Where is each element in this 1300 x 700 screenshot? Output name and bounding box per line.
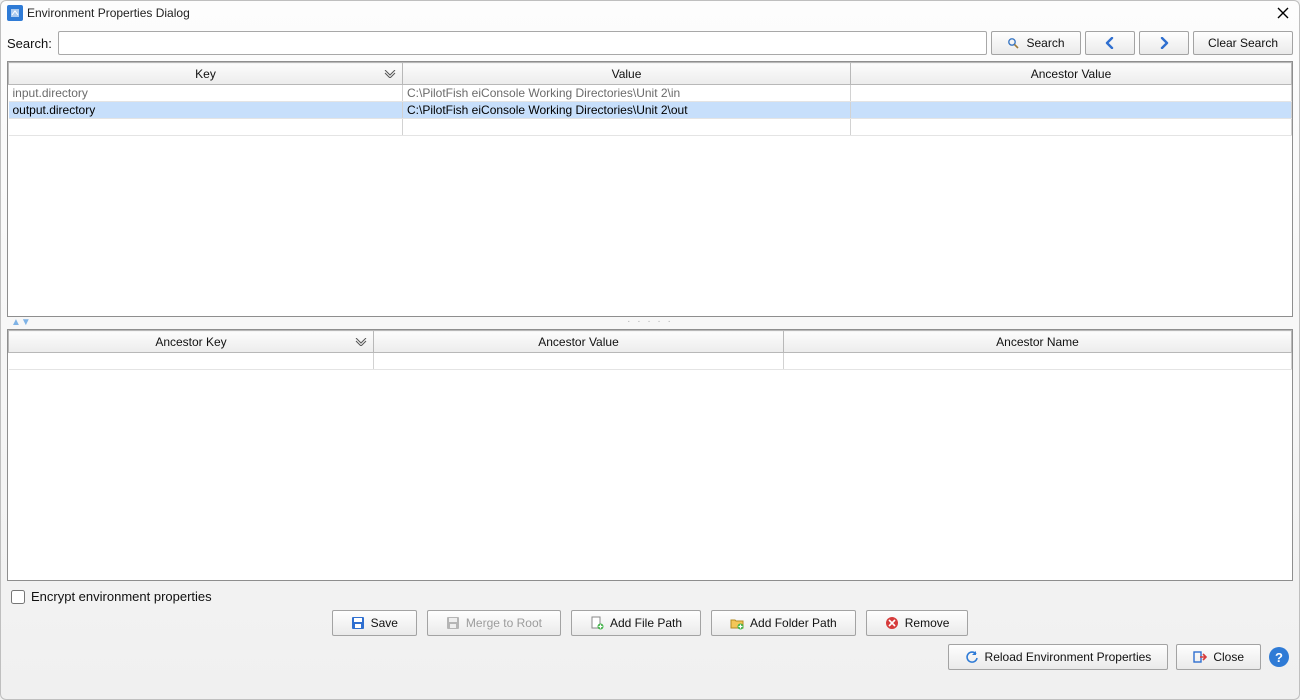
add-file-label: Add File Path <box>610 616 682 630</box>
search-input[interactable] <box>58 31 987 55</box>
cell-value[interactable]: C:\PilotFish eiConsole Working Directori… <box>403 85 851 102</box>
remove-label: Remove <box>905 616 950 630</box>
cell-ancestor[interactable] <box>851 119 1292 136</box>
pane-splitter[interactable]: ▲▼ · · · · · <box>1 317 1299 325</box>
table-row[interactable]: output.directory C:\PilotFish eiConsole … <box>9 102 1292 119</box>
action-button-row: Save Merge to Root Add File Path Add Fol… <box>1 608 1299 642</box>
footer-button-row: Reload Environment Properties Close ? <box>1 642 1299 678</box>
cell-value[interactable] <box>403 119 851 136</box>
splitter-grip-icon: · · · · · <box>627 316 673 327</box>
column-header-ancestor-value[interactable]: Ancestor Value <box>851 63 1292 85</box>
reload-button[interactable]: Reload Environment Properties <box>948 644 1169 670</box>
exit-icon <box>1193 650 1207 664</box>
add-folder-path-button[interactable]: Add Folder Path <box>711 610 856 636</box>
file-add-icon <box>590 616 604 630</box>
search-button[interactable]: Search <box>991 31 1081 55</box>
column-header-key[interactable]: Key <box>9 63 403 85</box>
dialog-title: Environment Properties Dialog <box>27 6 190 20</box>
search-prev-button[interactable] <box>1085 31 1135 55</box>
cell-ancestor-name[interactable] <box>784 353 1292 370</box>
environment-properties-dialog: Environment Properties Dialog Search: Se… <box>0 0 1300 700</box>
app-icon <box>7 5 23 21</box>
splitter-arrow-icon: ▲▼ <box>11 317 31 328</box>
table-row[interactable] <box>9 119 1292 136</box>
add-file-path-button[interactable]: Add File Path <box>571 610 701 636</box>
remove-button[interactable]: Remove <box>866 610 969 636</box>
encrypt-checkbox[interactable] <box>11 590 25 604</box>
search-label: Search: <box>7 36 52 51</box>
reload-icon <box>965 650 979 664</box>
encrypt-row: Encrypt environment properties <box>1 581 1299 608</box>
clear-search-button[interactable]: Clear Search <box>1193 31 1293 55</box>
cell-ancestor[interactable] <box>851 85 1292 102</box>
chevron-left-icon <box>1104 37 1116 49</box>
folder-add-icon <box>730 616 744 630</box>
cell-ancestor-value[interactable] <box>374 353 784 370</box>
column-header-value[interactable]: Value <box>403 63 851 85</box>
properties-table[interactable]: Key Value Ancestor Value input.directory… <box>7 61 1293 317</box>
close-icon[interactable] <box>1273 3 1293 23</box>
ancestor-table[interactable]: Ancestor Key Ancestor Value Ancestor Nam… <box>7 329 1293 581</box>
cell-ancestor-key[interactable] <box>9 353 374 370</box>
cell-value[interactable]: C:\PilotFish eiConsole Working Directori… <box>403 102 851 119</box>
merge-to-root-button[interactable]: Merge to Root <box>427 610 561 636</box>
encrypt-label: Encrypt environment properties <box>31 589 212 604</box>
save-icon <box>446 616 460 630</box>
cell-key[interactable]: output.directory <box>9 102 403 119</box>
save-button[interactable]: Save <box>332 610 417 636</box>
save-icon <box>351 616 365 630</box>
cell-key[interactable]: input.directory <box>9 85 403 102</box>
search-bar: Search: Search Clear Search <box>1 25 1299 61</box>
column-header-ancestor-value[interactable]: Ancestor Value <box>374 331 784 353</box>
search-button-label: Search <box>1026 36 1064 50</box>
remove-icon <box>885 616 899 630</box>
close-label: Close <box>1213 650 1244 664</box>
reload-label: Reload Environment Properties <box>985 650 1152 664</box>
save-label: Save <box>371 616 398 630</box>
column-header-ancestor-key[interactable]: Ancestor Key <box>9 331 374 353</box>
clear-search-label: Clear Search <box>1208 36 1278 50</box>
help-icon[interactable]: ? <box>1269 647 1289 667</box>
merge-label: Merge to Root <box>466 616 542 630</box>
table-row[interactable]: input.directory C:\PilotFish eiConsole W… <box>9 85 1292 102</box>
chevron-right-icon <box>1158 37 1170 49</box>
titlebar: Environment Properties Dialog <box>1 1 1299 25</box>
column-header-ancestor-name[interactable]: Ancestor Name <box>784 331 1292 353</box>
sort-indicator-icon <box>355 338 367 346</box>
search-next-button[interactable] <box>1139 31 1189 55</box>
close-button[interactable]: Close <box>1176 644 1261 670</box>
table-row[interactable] <box>9 353 1292 370</box>
add-folder-label: Add Folder Path <box>750 616 837 630</box>
search-icon <box>1007 37 1020 50</box>
cell-ancestor[interactable] <box>851 102 1292 119</box>
sort-indicator-icon <box>384 70 396 78</box>
cell-key[interactable] <box>9 119 403 136</box>
